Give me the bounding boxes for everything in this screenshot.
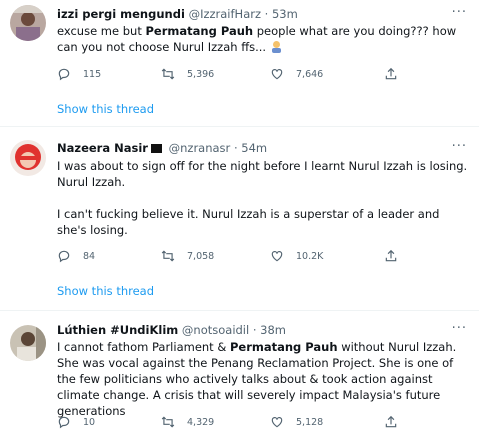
tweet-text: I was about to sign off for the night be… [57,158,469,238]
reply-button[interactable]: 84 [57,249,95,263]
user-handle[interactable]: @IzzraifHarz [189,7,261,21]
reply-count: 115 [83,68,102,80]
retweet-count: 7,058 [187,250,215,262]
timestamp[interactable]: 53m [272,7,298,21]
retweet-button[interactable]: 7,058 [161,249,214,263]
reply-button[interactable]: 115 [57,67,101,81]
timestamp[interactable]: 54m [241,141,267,155]
like-button[interactable]: 7,646 [270,67,323,81]
display-name[interactable]: izzi pergi mengundi [57,7,185,21]
tweet-header: izzi pergi mengundi @IzzraifHarz · 53m [57,7,298,23]
share-icon [385,67,397,80]
tweet-2[interactable]: Nazeera Nasir @nzranasr · 54m ··· I was … [0,127,479,313]
show-thread-link[interactable]: Show this thread [57,102,154,116]
share-button[interactable] [384,415,410,429]
tweet-actions: 115 5,396 7,646 [57,67,417,83]
share-icon [385,249,397,262]
like-button[interactable]: 10.2K [270,249,323,263]
share-button[interactable] [384,67,410,81]
man-shrugging-emoji-icon [270,40,283,53]
timestamp[interactable]: 38m [260,323,286,337]
tweet-actions: 84 7,058 10.2K [57,249,417,265]
like-icon [271,251,283,262]
flag-icon [150,144,162,153]
avatar[interactable] [10,5,46,41]
retweet-icon [161,416,175,428]
highlighted-keyword: Permatang Pauh [229,340,338,354]
tweet-text: excuse me but Permatang Pauh people what… [57,23,469,55]
retweet-button[interactable]: 5,396 [161,67,214,81]
share-button[interactable] [384,249,410,263]
show-thread-link[interactable]: Show this thread [57,284,154,298]
like-button[interactable]: 5,128 [270,415,323,429]
user-handle[interactable]: @nzranasr [169,141,231,155]
like-icon [271,417,283,428]
tweet-text-part: I cannot fathom Parliament & [57,340,230,354]
reply-count: 10 [83,416,96,428]
more-icon[interactable]: ··· [452,139,467,154]
share-icon [385,415,397,428]
reply-icon [58,250,70,263]
retweet-button[interactable]: 4,329 [161,415,214,429]
separator: · [233,141,238,155]
display-name[interactable]: Nazeera Nasir [57,141,148,155]
reply-icon [58,68,70,81]
separator: · [264,7,269,21]
reply-icon [58,416,70,429]
tweet-text: I cannot fathom Parliament & Permatang P… [57,339,469,419]
tweet-1[interactable]: izzi pergi mengundi @IzzraifHarz · 53m ·… [0,0,479,121]
retweet-icon [161,68,175,80]
tweet-header: Lúthien #UndiKlim @notsoaidil · 38m [57,323,286,339]
highlighted-keyword: Permatang Pauh [145,24,254,38]
reply-count: 84 [83,250,96,262]
like-count: 10.2K [296,250,324,262]
tweet-header: Nazeera Nasir @nzranasr · 54m [57,141,267,157]
like-count: 5,128 [296,416,324,428]
more-icon[interactable]: ··· [452,321,467,336]
avatar[interactable] [10,140,46,176]
display-name[interactable]: Lúthien #UndiKlim [57,323,178,337]
avatar[interactable] [10,325,46,361]
user-handle[interactable]: @notsoaidil [182,323,249,337]
tweet-3[interactable]: Lúthien #UndiKlim @notsoaidil · 38m ··· … [0,311,479,436]
reply-button[interactable]: 10 [57,415,95,429]
like-icon [271,69,283,80]
more-icon[interactable]: ··· [452,5,467,20]
separator: · [252,323,257,337]
tweet-text-part: I was about to sign off for the night be… [57,159,468,237]
tweet-actions: 10 4,329 5,128 [57,415,417,431]
like-count: 7,646 [296,68,324,80]
tweet-text-part: excuse me but [57,24,146,38]
retweet-count: 5,396 [187,68,215,80]
retweet-count: 4,329 [187,416,215,428]
retweet-icon [161,250,175,262]
